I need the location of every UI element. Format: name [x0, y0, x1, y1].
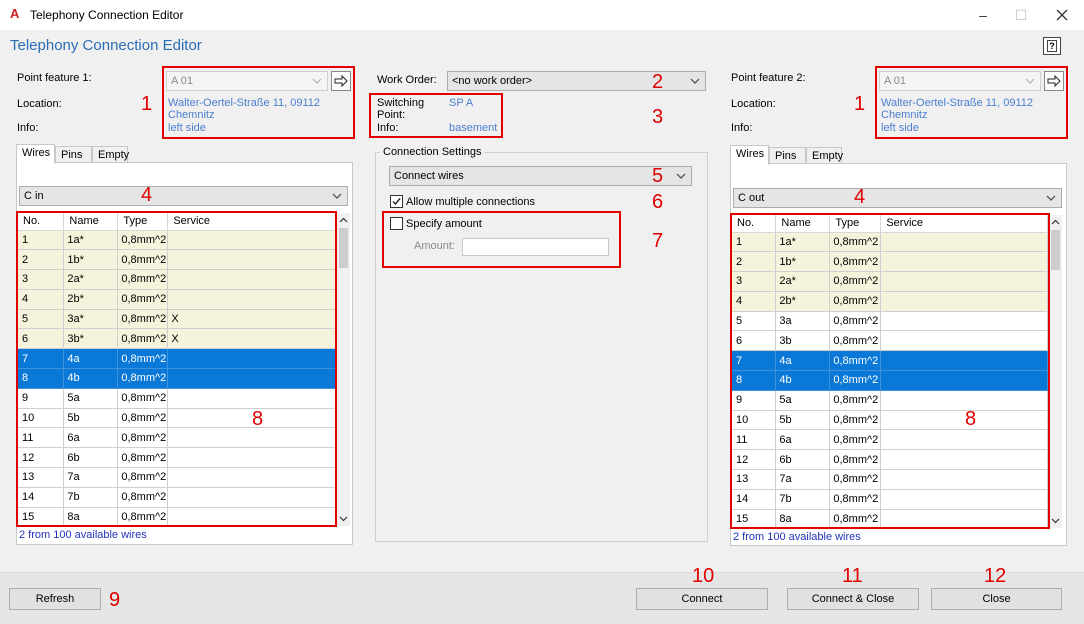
annotation-number-3: 3: [652, 106, 664, 128]
close-window-button[interactable]: [1042, 4, 1082, 26]
annotation-number-8-left: 8: [252, 408, 264, 430]
work-order-select[interactable]: <no work order>: [447, 71, 706, 91]
close-button[interactable]: Close: [931, 588, 1062, 610]
location-1-label: Location:: [17, 98, 62, 110]
connection-mode-value: Connect wires: [394, 170, 464, 182]
close-icon: [1056, 9, 1068, 21]
cable-select-left-value: C in: [24, 190, 44, 202]
app-logo-icon: A: [10, 6, 20, 21]
connect-close-button[interactable]: Connect & Close: [787, 588, 919, 610]
annotation-number-11: 11: [842, 565, 863, 587]
point-feature-2-label: Point feature 2:: [731, 72, 806, 84]
minimize-button[interactable]: –: [963, 4, 1003, 26]
refresh-button[interactable]: Refresh: [9, 588, 101, 610]
annotation-number-4-left: 4: [141, 184, 153, 206]
window-title: Telephony Connection Editor: [30, 8, 184, 22]
chevron-down-icon: [690, 78, 700, 84]
cable-select-left[interactable]: C in: [19, 186, 348, 206]
location-2-label: Location:: [731, 98, 776, 110]
work-order-label: Work Order:: [377, 74, 437, 86]
info-2-label: Info:: [731, 122, 753, 134]
chevron-up-icon[interactable]: [1051, 218, 1060, 227]
annotation-number-5: 5: [652, 165, 664, 187]
footer-bar: [0, 572, 1084, 624]
annotation-box-8-left: [16, 211, 337, 527]
scrollbar-thumb-right[interactable]: [1051, 230, 1060, 270]
cable-select-right[interactable]: C out: [733, 188, 1062, 208]
scrollbar-left[interactable]: [337, 213, 350, 526]
annotation-box-8-right: [730, 213, 1050, 529]
help-icon: ?: [1047, 40, 1057, 52]
annotation-box-1-left: [162, 66, 355, 139]
annotation-number-10: 10: [692, 565, 715, 587]
cable-select-right-value: C out: [738, 192, 765, 204]
annotation-number-8-right: 8: [965, 408, 977, 430]
chevron-up-icon[interactable]: [339, 216, 348, 225]
annotation-box-1-right: [875, 66, 1068, 139]
help-button[interactable]: ?: [1043, 37, 1061, 55]
allow-multiple-checkbox[interactable]: [390, 195, 403, 208]
point-feature-1-label: Point feature 1:: [17, 72, 92, 84]
tab-wires-left[interactable]: Wires: [16, 144, 55, 164]
allow-multiple-label[interactable]: Allow multiple connections: [406, 196, 535, 208]
annotation-number-2: 2: [652, 71, 664, 93]
connection-settings-title: Connection Settings: [380, 146, 485, 158]
maximize-button[interactable]: ☐: [1001, 4, 1041, 26]
connection-mode-select[interactable]: Connect wires: [389, 166, 692, 186]
annotation-number-7: 7: [652, 230, 664, 252]
annotation-number-4-right: 4: [854, 186, 866, 208]
chevron-down-icon[interactable]: [339, 514, 348, 523]
chevron-down-icon: [1046, 195, 1056, 201]
status-text-right: 2 from 100 available wires: [733, 531, 861, 543]
checkmark-icon: [392, 198, 401, 206]
chevron-down-icon: [676, 173, 686, 179]
chevron-down-icon: [332, 193, 342, 199]
info-1-label: Info:: [17, 122, 39, 134]
page-title: Telephony Connection Editor: [10, 37, 202, 54]
work-order-value: <no work order>: [452, 75, 533, 87]
connect-button[interactable]: Connect: [636, 588, 768, 610]
scrollbar-thumb-left[interactable]: [339, 228, 348, 268]
scrollbar-right[interactable]: [1049, 215, 1062, 528]
annotation-box-7: [382, 211, 621, 268]
status-text-left: 2 from 100 available wires: [19, 529, 147, 541]
annotation-number-12: 12: [984, 565, 1007, 587]
tab-wires-right[interactable]: Wires: [730, 145, 769, 165]
annotation-box-3: [369, 93, 503, 138]
annotation-number-1-right: 1: [854, 93, 866, 115]
annotation-number-6: 6: [652, 191, 664, 213]
annotation-number-9: 9: [109, 589, 121, 611]
annotation-number-1-left: 1: [141, 93, 153, 115]
chevron-down-icon[interactable]: [1051, 516, 1060, 525]
